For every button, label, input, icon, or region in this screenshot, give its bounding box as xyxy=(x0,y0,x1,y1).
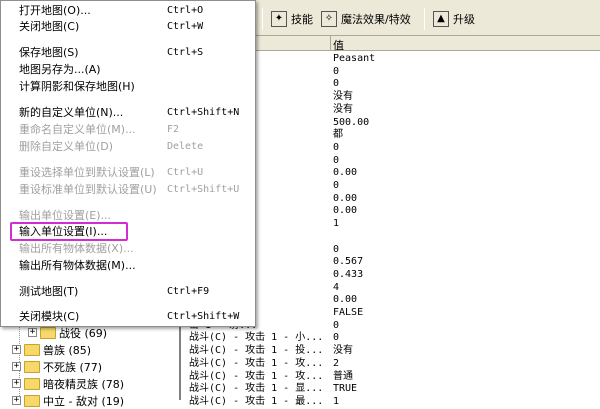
menu-item-label: 重设选择单位到默认设置(L) xyxy=(19,166,155,179)
menu-separator xyxy=(3,304,253,305)
menu-item-label: 新的自定义单位(N)... xyxy=(19,106,124,119)
folder-icon xyxy=(40,326,56,339)
menu-item-label: 输出所有物体数据(M)... xyxy=(19,259,136,272)
tab-skills[interactable]: ✦ 技能 xyxy=(268,9,316,29)
file-menu: 打开地图(O)... Ctrl+O 关闭地图(C) Ctrl+W 保存地图(S)… xyxy=(0,0,256,327)
folder-icon xyxy=(24,394,40,407)
folder-icon xyxy=(24,360,40,373)
menu-item-export-all-object-data-disabled[interactable]: 输出所有物体数据(X)... xyxy=(1,240,255,258)
expand-icon[interactable]: + xyxy=(12,396,21,405)
tree-item[interactable]: + 不死族 (77) xyxy=(12,358,102,375)
expand-icon[interactable]: + xyxy=(12,362,21,371)
menu-item-export-all-object-data[interactable]: 输出所有物体数据(M)... xyxy=(1,257,255,275)
menu-item-label: 输出所有物体数据(X)... xyxy=(19,242,134,255)
tab-upgrade[interactable]: ▲ 升级 xyxy=(430,9,478,29)
toolbar-separator xyxy=(262,8,263,30)
toolbar-separator xyxy=(424,8,425,30)
menu-item-close-map[interactable]: 关闭地图(C) Ctrl+W xyxy=(1,18,255,36)
menu-item-shortcut: Ctrl+Shift+N xyxy=(167,107,240,118)
menu-item-shortcut: Ctrl+S xyxy=(167,47,204,58)
tab-magic-effects[interactable]: ✧ 魔法效果/特效 xyxy=(318,9,414,29)
tree-item-label: 中立 - 敌对 (19) xyxy=(43,394,125,408)
menu-item-label: 关闭地图(C) xyxy=(19,20,80,33)
menu-item-label: 保存地图(S) xyxy=(19,46,79,59)
menu-item-shortcut: F2 xyxy=(167,124,180,135)
menu-separator xyxy=(3,99,253,100)
folder-icon xyxy=(24,343,40,356)
skills-icon: ✦ xyxy=(271,11,287,27)
expand-icon[interactable]: + xyxy=(28,328,37,337)
menu-item-label: 计算阴影和保存地图(H) xyxy=(19,80,135,93)
menu-item-new-custom-unit[interactable]: 新的自定义单位(N)... Ctrl+Shift+N xyxy=(1,104,255,122)
menu-item-test-map[interactable]: 测试地图(T) Ctrl+F9 xyxy=(1,283,255,301)
menu-item-label: 删除自定义单位(D) xyxy=(19,140,114,153)
menu-separator xyxy=(3,202,253,203)
menu-item-shortcut: Ctrl+U xyxy=(167,167,204,178)
unit-tree[interactable]: + 战役 (69) + 兽族 (85) + 不死族 (77) + 暗夜精灵族 (… xyxy=(0,322,180,408)
menu-item-rename-custom-unit[interactable]: 重命名自定义单位(M)... F2 xyxy=(1,121,255,139)
menu-item-shortcut: Ctrl+Shift+W xyxy=(167,311,240,322)
menu-item-label: 重命名自定义单位(M)... xyxy=(19,123,136,136)
magic-effects-icon: ✧ xyxy=(321,11,337,27)
tree-item-label: 不死族 (77) xyxy=(43,360,103,374)
menu-item-calc-shadows-save[interactable]: 计算阴影和保存地图(H) xyxy=(1,78,255,96)
tree-item[interactable]: + 兽族 (85) xyxy=(12,341,91,358)
menu-item-shortcut: Delete xyxy=(167,141,204,152)
tree-item-label: 暗夜精灵族 (78) xyxy=(43,377,125,391)
menu-item-delete-custom-unit[interactable]: 删除自定义单位(D) Delete xyxy=(1,138,255,156)
menu-item-save-map[interactable]: 保存地图(S) Ctrl+S xyxy=(1,44,255,62)
menu-item-save-map-as[interactable]: 地图另存为...(A) xyxy=(1,61,255,79)
menu-item-close-module[interactable]: 关闭模块(C) Ctrl+Shift+W xyxy=(1,308,255,326)
menu-item-shortcut: Ctrl+W xyxy=(167,21,204,32)
tab-upgrade-label: 升级 xyxy=(453,13,475,26)
menu-item-label: 地图另存为...(A) xyxy=(19,63,101,76)
menu-item-label: 关闭模块(C) xyxy=(19,310,80,323)
menu-separator xyxy=(3,39,253,40)
menu-item-shortcut: Ctrl+Shift+U xyxy=(167,184,240,195)
upgrade-icon: ▲ xyxy=(433,11,449,27)
menu-item-reset-selected-unit[interactable]: 重设选择单位到默认设置(L) Ctrl+U xyxy=(1,164,255,182)
menu-item-label: 测试地图(T) xyxy=(19,285,79,298)
expand-icon[interactable]: + xyxy=(12,345,21,354)
grid-row[interactable]: 战斗(C) - 攻击 1 - 最... 1 xyxy=(181,395,600,409)
menu-item-reset-standard-units[interactable]: 重设标准单位到默认设置(U) Ctrl+Shift+U xyxy=(1,181,255,199)
tree-item[interactable]: + 中立 - 敌对 (19) xyxy=(12,392,124,409)
menu-item-label: 重设标准单位到默认设置(U) xyxy=(19,183,157,196)
expand-icon[interactable]: + xyxy=(12,379,21,388)
menu-separator xyxy=(3,278,253,279)
tree-item-label: 兽族 (85) xyxy=(43,343,92,357)
grid-row-value[interactable]: 1 xyxy=(333,395,339,409)
tree-item[interactable]: + 暗夜精灵族 (78) xyxy=(12,375,124,392)
highlight-box xyxy=(10,222,128,241)
grid-row-name: 战斗(C) - 攻击 1 - 最... xyxy=(189,395,324,407)
menu-separator xyxy=(3,159,253,160)
menu-item-shortcut: Ctrl+F9 xyxy=(167,286,210,297)
grid-header-value[interactable]: 值 xyxy=(333,37,344,53)
tab-skills-label: 技能 xyxy=(291,13,313,26)
tab-magic-effects-label: 魔法效果/特效 xyxy=(341,13,411,26)
folder-icon xyxy=(24,377,40,390)
